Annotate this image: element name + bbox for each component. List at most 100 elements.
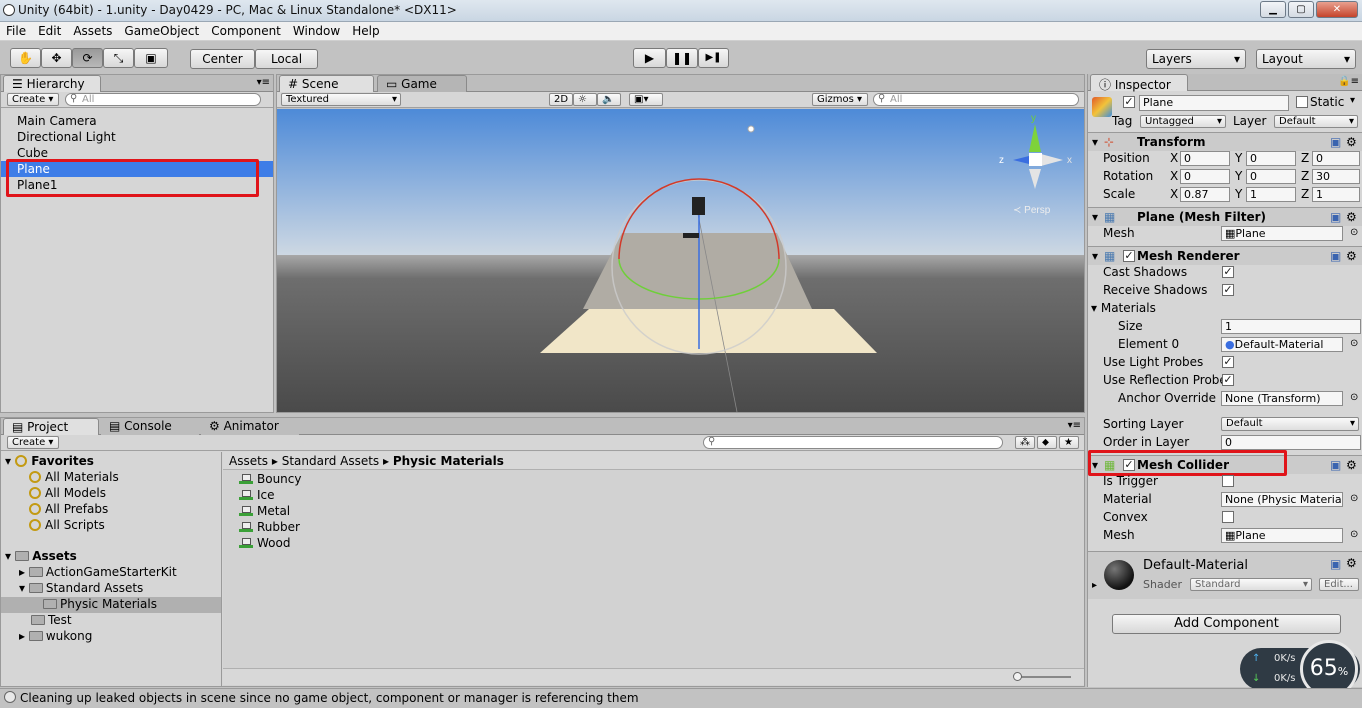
light-probes-checkbox[interactable]: ✓ <box>1222 356 1234 368</box>
hierarchy-item-directional-light[interactable]: Directional Light <box>1 129 273 145</box>
materials-foldout[interactable]: ▾ Materials <box>1091 300 1156 316</box>
shader-edit-button[interactable]: Edit... <box>1319 578 1359 591</box>
tab-game[interactable]: ▭ Game <box>377 75 467 92</box>
object-picker-icon[interactable]: ⊙ <box>1350 392 1358 403</box>
hand-tool-icon[interactable]: ✋ <box>10 48 41 68</box>
rotation-y-field[interactable]: 0 <box>1246 169 1296 184</box>
help-icon[interactable]: ▣ <box>1330 208 1341 226</box>
element0-field[interactable]: ●Default-Material <box>1221 337 1343 352</box>
tab-hierarchy[interactable]: ☰ Hierarchy <box>3 75 101 92</box>
menu-component[interactable]: Component <box>205 22 287 38</box>
pivot-local-button[interactable]: Local <box>255 49 318 69</box>
favorite-all-prefabs[interactable]: All Prefabs <box>29 502 108 516</box>
tab-inspector[interactable]: ⓘ Inspector <box>1090 74 1188 92</box>
close-button[interactable]: ✕ <box>1316 1 1358 18</box>
panel-menu-icon[interactable]: ▾≡ <box>257 77 270 88</box>
gear-icon[interactable]: ⚙ <box>1346 456 1357 474</box>
object-name-field[interactable]: Plane <box>1139 95 1289 111</box>
asset-ice[interactable]: Ice <box>239 488 275 502</box>
assets-section[interactable]: ▾ Assets <box>5 549 77 563</box>
project-search-input[interactable] <box>703 436 1003 449</box>
breadcrumb-standard-assets[interactable]: Standard Assets <box>282 454 379 468</box>
favorites-section[interactable]: ▾ Favorites <box>5 454 94 468</box>
collider-mesh-field[interactable]: ▦Plane <box>1221 528 1343 543</box>
status-bar[interactable]: Cleaning up leaked objects in scene sinc… <box>0 688 1362 708</box>
audio-toggle-icon[interactable]: 🔈 <box>597 93 621 106</box>
folder-test[interactable]: Test <box>31 613 72 627</box>
object-picker-icon[interactable]: ⊙ <box>1350 529 1358 540</box>
rect-tool-icon[interactable]: ▣ <box>134 48 168 68</box>
pivot-center-button[interactable]: Center <box>190 49 255 69</box>
asset-wood[interactable]: Wood <box>239 536 290 550</box>
object-picker-icon[interactable]: ⊙ <box>1350 493 1358 504</box>
layer-dropdown[interactable]: Default ▾ <box>1274 115 1358 128</box>
sorting-layer-dropdown[interactable]: Default ▾ <box>1221 417 1359 431</box>
pause-button[interactable]: ❚❚ <box>666 48 698 68</box>
move-tool-icon[interactable]: ✥ <box>41 48 72 68</box>
folder-wukong[interactable]: ▸ wukong <box>19 629 92 643</box>
reflection-probes-checkbox[interactable]: ✓ <box>1222 374 1234 386</box>
favorite-star-icon[interactable]: ★ <box>1059 436 1079 449</box>
favorite-all-scripts[interactable]: All Scripts <box>29 518 105 532</box>
layout-dropdown[interactable]: Layout ▾ <box>1256 49 1356 69</box>
anchor-override-field[interactable]: None (Transform) <box>1221 391 1343 406</box>
lighting-toggle-icon[interactable]: ☼ <box>573 93 597 106</box>
help-icon[interactable]: ▣ <box>1330 456 1341 474</box>
breadcrumb-assets[interactable]: Assets <box>229 454 268 468</box>
folder-physic-materials[interactable]: Physic Materials <box>1 597 221 613</box>
tab-console[interactable]: ▤ Console <box>101 418 199 435</box>
tab-scene[interactable]: # Scene <box>279 75 374 92</box>
menu-gameobject[interactable]: GameObject <box>118 22 205 38</box>
help-icon[interactable]: ▣ <box>1330 557 1341 571</box>
receive-shadows-checkbox[interactable]: ✓ <box>1222 284 1234 296</box>
scale-tool-icon[interactable]: ⤡ <box>103 48 134 68</box>
panel-menu-icon[interactable]: ▾≡ <box>1068 420 1081 431</box>
shading-mode-dropdown[interactable]: Textured ▾ <box>281 93 401 106</box>
add-component-button[interactable]: Add Component <box>1112 614 1341 634</box>
mesh-renderer-enabled-checkbox[interactable]: ✓ <box>1123 250 1135 262</box>
mesh-field[interactable]: ▦Plane <box>1221 226 1343 241</box>
gear-icon[interactable]: ⚙ <box>1346 208 1357 226</box>
layers-dropdown[interactable]: Layers ▾ <box>1146 49 1246 69</box>
folder-actiongamestarterkit[interactable]: ▸ ActionGameStarterKit <box>19 565 177 579</box>
minimize-button[interactable]: ▁ <box>1260 1 1286 18</box>
transform-header[interactable]: ▾ ⊹ Transform ▣ ⚙ <box>1088 132 1362 151</box>
chevron-down-icon[interactable]: ▾ <box>1350 95 1355 106</box>
filter-type-icon[interactable]: ⁂ <box>1015 436 1035 449</box>
favorite-all-materials[interactable]: All Materials <box>29 470 119 484</box>
foldout-arrow-icon[interactable]: ▸ <box>1092 580 1097 591</box>
play-button[interactable]: ▶ <box>633 48 666 68</box>
position-y-field[interactable]: 0 <box>1246 151 1296 166</box>
menu-window[interactable]: Window <box>287 22 346 38</box>
shader-dropdown[interactable]: Standard ▾ <box>1190 578 1312 591</box>
cast-shadows-checkbox[interactable]: ✓ <box>1222 266 1234 278</box>
scale-y-field[interactable]: 1 <box>1246 187 1296 202</box>
hierarchy-item-main-camera[interactable]: Main Camera <box>1 113 273 129</box>
menu-assets[interactable]: Assets <box>67 22 118 38</box>
position-z-field[interactable]: 0 <box>1312 151 1360 166</box>
active-checkbox[interactable]: ✓ <box>1123 96 1135 108</box>
slider-handle[interactable] <box>1013 672 1022 681</box>
menu-help[interactable]: Help <box>346 22 385 38</box>
asset-bouncy[interactable]: Bouncy <box>239 472 301 486</box>
mesh-renderer-header[interactable]: ▾ ▦ ✓ Mesh Renderer ▣ ⚙ <box>1088 246 1362 265</box>
materials-size-field[interactable]: 1 <box>1221 319 1361 334</box>
folder-standard-assets[interactable]: ▾ Standard Assets <box>19 581 143 595</box>
collider-material-field[interactable]: None (Physic Materia <box>1221 492 1343 507</box>
material-section[interactable]: ▸ Default-Material Shader Standard ▾ Edit… <box>1088 551 1362 599</box>
help-icon[interactable]: ▣ <box>1330 247 1341 265</box>
hierarchy-search-input[interactable]: All <box>65 93 261 106</box>
menu-file[interactable]: File <box>0 22 32 38</box>
asset-metal[interactable]: Metal <box>239 504 290 518</box>
maximize-button[interactable]: ▢ <box>1288 1 1314 18</box>
convex-checkbox[interactable] <box>1222 511 1234 523</box>
hierarchy-create-dropdown[interactable]: Create ▾ <box>7 93 59 106</box>
scale-z-field[interactable]: 1 <box>1312 187 1360 202</box>
object-picker-icon[interactable]: ⊙ <box>1350 227 1358 238</box>
help-icon[interactable]: ▣ <box>1330 133 1341 151</box>
order-in-layer-field[interactable]: 0 <box>1221 435 1361 450</box>
mode-2d-toggle[interactable]: 2D <box>549 93 573 106</box>
position-x-field[interactable]: 0 <box>1180 151 1230 166</box>
scene-viewport[interactable]: y z x ≺ Persp <box>277 109 1084 412</box>
is-trigger-checkbox[interactable] <box>1222 475 1234 487</box>
